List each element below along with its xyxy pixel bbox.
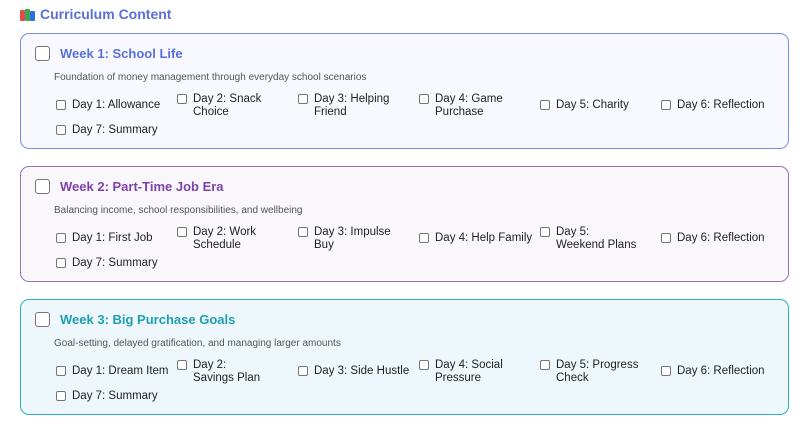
- day-item[interactable]: Day 7: Summary: [56, 257, 171, 270]
- week-card-2: Week 2: Part-Time Job Era Balancing inco…: [20, 166, 789, 282]
- curriculum-header: Curriculum Content: [20, 5, 171, 23]
- week-card-1: Week 1: School Life Foundation of money …: [20, 33, 789, 149]
- day-item[interactable]: Day 4: Game Purchase: [419, 93, 514, 119]
- week-title: Week 1: School Life: [60, 46, 183, 61]
- day-checkbox[interactable]: [419, 94, 429, 104]
- day-checkbox[interactable]: [540, 227, 550, 237]
- day-checkbox[interactable]: [177, 94, 187, 104]
- day-item[interactable]: Day 6: Reflection: [661, 99, 786, 112]
- day-item[interactable]: Day 3: Helping Friend: [298, 93, 398, 119]
- day-checkbox[interactable]: [540, 100, 550, 110]
- day-checkbox[interactable]: [298, 94, 308, 104]
- section-title: Curriculum Content: [40, 6, 172, 22]
- day-checkbox[interactable]: [56, 100, 66, 110]
- day-checkbox[interactable]: [177, 227, 187, 237]
- day-item[interactable]: Day 5: Weekend Plans: [540, 226, 640, 252]
- day-item[interactable]: Day 1: Allowance: [56, 99, 171, 112]
- day-item[interactable]: Day 6: Reflection: [661, 365, 786, 378]
- day-item[interactable]: Day 3: Impulse Buy: [298, 226, 393, 252]
- week-description: Balancing income, school responsibilitie…: [54, 205, 303, 216]
- day-checkbox[interactable]: [56, 233, 66, 243]
- day-checkbox[interactable]: [177, 360, 187, 370]
- day-checkbox[interactable]: [56, 366, 66, 376]
- day-item[interactable]: Day 4: Social Pressure: [419, 359, 514, 385]
- day-checkbox[interactable]: [419, 360, 429, 370]
- week-description: Foundation of money management through e…: [54, 72, 367, 83]
- day-checkbox[interactable]: [298, 227, 308, 237]
- day-item[interactable]: Day 5: Charity: [540, 99, 655, 112]
- week-checkbox[interactable]: [35, 312, 50, 327]
- day-item[interactable]: Day 6: Reflection: [661, 232, 786, 245]
- week-checkbox[interactable]: [35, 179, 50, 194]
- day-item[interactable]: Day 1: First Job: [56, 232, 171, 245]
- week-card-3: Week 3: Big Purchase Goals Goal-setting,…: [20, 299, 789, 415]
- day-checkbox[interactable]: [56, 258, 66, 268]
- day-item[interactable]: Day 7: Summary: [56, 390, 171, 403]
- day-checkbox[interactable]: [419, 233, 429, 243]
- day-checkbox[interactable]: [56, 391, 66, 401]
- day-checkbox[interactable]: [661, 100, 671, 110]
- day-item[interactable]: Day 1: Dream Item: [56, 365, 176, 378]
- books-icon: [20, 8, 35, 21]
- day-item[interactable]: Day 5: Progress Check: [540, 359, 640, 385]
- day-item[interactable]: Day 2: Snack Choice: [177, 93, 267, 119]
- day-checkbox[interactable]: [540, 360, 550, 370]
- day-item[interactable]: Day 3: Side Hustle: [298, 365, 418, 378]
- day-checkbox[interactable]: [661, 233, 671, 243]
- week-title: Week 3: Big Purchase Goals: [60, 312, 236, 327]
- week-description: Goal-setting, delayed gratification, and…: [54, 338, 341, 349]
- day-item[interactable]: Day 7: Summary: [56, 124, 171, 137]
- day-item[interactable]: Day 2: Savings Plan: [177, 359, 267, 385]
- day-checkbox[interactable]: [56, 125, 66, 135]
- day-item[interactable]: Day 2: Work Schedule: [177, 226, 267, 252]
- day-checkbox[interactable]: [298, 366, 308, 376]
- day-checkbox[interactable]: [661, 366, 671, 376]
- week-checkbox[interactable]: [35, 46, 50, 61]
- day-item[interactable]: Day 4: Help Family: [419, 232, 539, 245]
- week-title: Week 2: Part-Time Job Era: [60, 179, 224, 194]
